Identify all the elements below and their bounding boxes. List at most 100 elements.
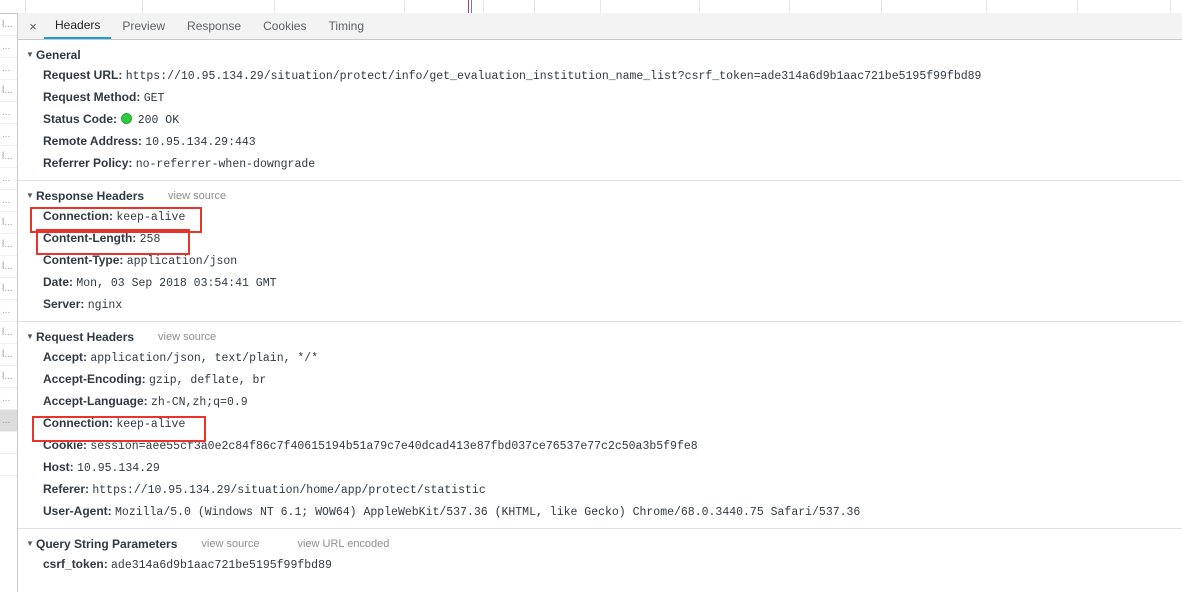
header-value: https://10.95.134.29/situation/home/app/…: [92, 484, 486, 497]
request-list-item[interactable]: l...: [0, 14, 17, 36]
header-value: session=aee55cf3a0e2c84f86c7f40615194b51…: [90, 440, 698, 453]
close-icon[interactable]: ×: [22, 14, 44, 38]
section-divider: [18, 528, 1182, 529]
header-value: keep-alive: [116, 418, 186, 431]
request-list-item[interactable]: ...: [0, 124, 17, 146]
header-value: 258: [139, 233, 161, 246]
request-list-item[interactable]: l...: [0, 234, 17, 256]
header-key: Host:: [43, 460, 74, 474]
header-key: Accept:: [43, 350, 88, 364]
view-url-encoded-link[interactable]: view URL encoded: [297, 538, 389, 550]
overview-gridline: [789, 0, 790, 13]
header-key: Content-Type:: [43, 253, 124, 267]
header-key: Accept-Language:: [43, 394, 148, 408]
header-value: no-referrer-when-downgrade: [135, 158, 316, 171]
section-request-headers-header[interactable]: ▼ Request Headers view source: [18, 327, 1182, 346]
request-list-item[interactable]: ...: [0, 410, 17, 432]
overview-gridline: [274, 0, 275, 13]
header-row: csrf_token: ade314a6d9b1aac721be5195f99f…: [18, 553, 1182, 575]
view-source-link-request[interactable]: view source: [158, 331, 216, 343]
header-value: https://10.95.134.29/situation/protect/i…: [125, 70, 982, 83]
request-list-item[interactable]: [0, 432, 17, 454]
network-overview-strip[interactable]: [0, 0, 1182, 14]
request-list-item[interactable]: l...: [0, 278, 17, 300]
tab-cookies[interactable]: Cookies: [252, 14, 317, 39]
header-key: Date:: [43, 275, 74, 289]
header-key: Content-Length:: [43, 231, 137, 245]
chevron-down-icon[interactable]: ▼: [26, 534, 36, 553]
header-value: GET: [143, 92, 165, 105]
header-key: Request Method:: [43, 90, 141, 104]
network-request-list[interactable]: l......... l......... l......... l... l... l.…: [0, 14, 18, 592]
section-general-header[interactable]: ▼ General: [18, 45, 1182, 64]
request-list-item[interactable]: l...: [0, 212, 17, 234]
header-key: User-Agent:: [43, 504, 112, 518]
tab-preview[interactable]: Preview: [111, 14, 176, 39]
section-general: ▼ General Request URL: https://10.95.134…: [18, 45, 1182, 181]
overview-gridline: [881, 0, 882, 13]
header-key: Accept-Encoding:: [43, 372, 146, 386]
request-detail-pane: × Headers Preview Response Cookies Timin…: [18, 13, 1182, 592]
request-list-item[interactable]: ...: [0, 58, 17, 80]
header-row: Accept-Language: zh-CN,zh;q=0.9: [18, 390, 1182, 412]
chevron-down-icon[interactable]: ▼: [26, 327, 36, 346]
request-list-item[interactable]: ...: [0, 102, 17, 124]
header-value: Mozilla/5.0 (Windows NT 6.1; WOW64) Appl…: [115, 506, 861, 519]
header-key: Connection:: [43, 209, 113, 223]
header-value: keep-alive: [116, 211, 186, 224]
header-key: csrf_token:: [43, 557, 108, 571]
domcontentloaded-marker: [471, 0, 472, 13]
section-response-headers-header[interactable]: ▼ Response Headers view source: [18, 186, 1182, 205]
overview-gridline: [404, 0, 405, 13]
header-key: Request URL:: [43, 68, 123, 82]
header-row: Remote Address: 10.95.134.29:443: [18, 130, 1182, 152]
section-response-headers-title: Response Headers: [36, 188, 145, 203]
chevron-down-icon[interactable]: ▼: [26, 45, 36, 64]
overview-gridline: [986, 0, 987, 13]
view-source-link-response[interactable]: view source: [168, 190, 226, 202]
section-query-string-header[interactable]: ▼ Query String Parameters view source vi…: [18, 534, 1182, 553]
header-value: ade314a6d9b1aac721be5195f99fbd89: [111, 559, 332, 572]
tab-response[interactable]: Response: [176, 14, 252, 39]
header-row: Date: Mon, 03 Sep 2018 03:54:41 GMT: [18, 271, 1182, 293]
request-list-item[interactable]: l...: [0, 366, 17, 388]
header-key: Connection:: [43, 416, 113, 430]
request-list-item[interactable]: [0, 454, 17, 476]
request-list-item[interactable]: ...: [0, 36, 17, 58]
detail-tabbar: × Headers Preview Response Cookies Timin…: [18, 13, 1182, 40]
header-row: Host: 10.95.134.29: [18, 456, 1182, 478]
request-list-item[interactable]: ...: [0, 190, 17, 212]
request-list-item[interactable]: l...: [0, 146, 17, 168]
overview-gridline: [699, 0, 700, 13]
request-list-item[interactable]: l...: [0, 80, 17, 102]
header-row: Connection: keep-alive: [18, 412, 1182, 434]
tab-headers[interactable]: Headers: [44, 13, 112, 39]
header-key: Remote Address:: [43, 134, 142, 148]
request-list-item[interactable]: l...: [0, 344, 17, 366]
chevron-down-icon[interactable]: ▼: [26, 186, 36, 205]
section-general-title: General: [36, 47, 81, 62]
section-request-headers: ▼ Request Headers view source Accept: ap…: [18, 327, 1182, 529]
tab-timing[interactable]: Timing: [317, 14, 375, 39]
overview-gridline: [1170, 0, 1171, 13]
section-request-headers-title: Request Headers: [36, 329, 135, 344]
header-key: Referrer Policy:: [43, 156, 133, 170]
overview-gridline: [1077, 0, 1078, 13]
header-key: Server:: [43, 297, 85, 311]
request-list-item[interactable]: ...: [0, 300, 17, 322]
header-value: 10.95.134.29:443: [145, 136, 256, 149]
header-value: application/json, text/plain, */*: [90, 352, 319, 365]
request-list-item[interactable]: ...: [0, 388, 17, 410]
header-value: zh-CN,zh;q=0.9: [151, 396, 248, 409]
request-list-item[interactable]: l...: [0, 256, 17, 278]
view-source-link-query[interactable]: view source: [201, 538, 259, 550]
header-row: Referrer Policy: no-referrer-when-downgr…: [18, 152, 1182, 174]
header-key: Status Code:: [43, 112, 118, 126]
request-list-item[interactable]: l...: [0, 322, 17, 344]
header-value: Mon, 03 Sep 2018 03:54:41 GMT: [76, 277, 277, 290]
header-row: Connection: keep-alive: [18, 205, 1182, 227]
request-list-item[interactable]: ...: [0, 168, 17, 190]
section-divider: [18, 321, 1182, 322]
section-response-headers: ▼ Response Headers view source Connectio…: [18, 186, 1182, 322]
headers-body[interactable]: ▼ General Request URL: https://10.95.134…: [18, 40, 1182, 592]
